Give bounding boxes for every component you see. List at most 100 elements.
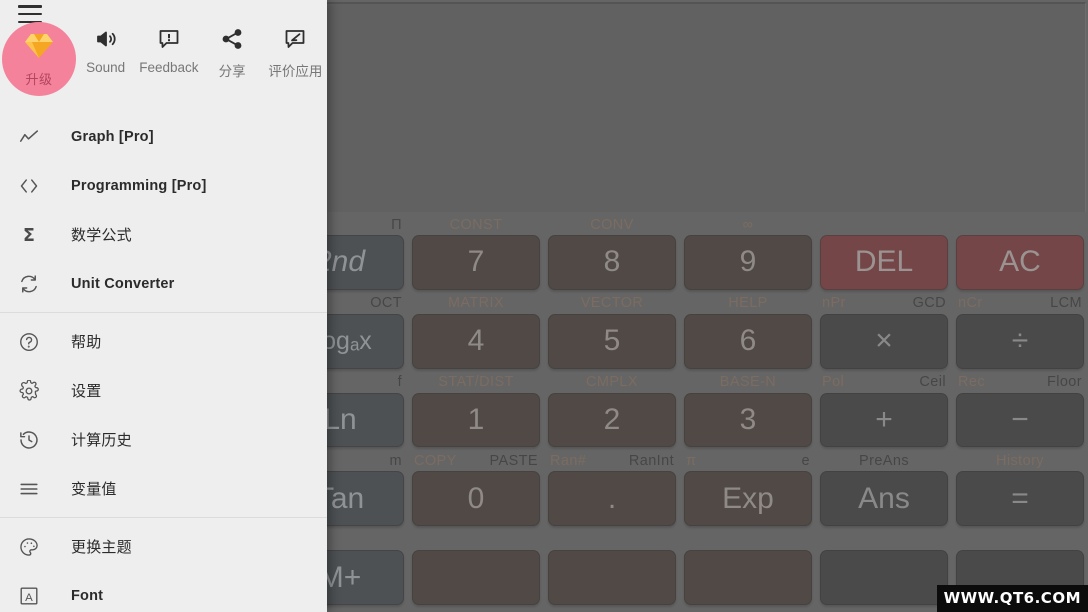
key-3[interactable]: 3	[684, 392, 812, 448]
header-action-share[interactable]: 分享	[201, 26, 264, 80]
drawer-menu-list: Graph [Pro] Programming [Pro] Σ 数学公式 Unit Co…	[0, 104, 327, 612]
drawer-item-palette[interactable]: 更换主题	[0, 522, 327, 571]
key-blank-1[interactable]	[412, 550, 540, 605]
key-5[interactable]: 5	[548, 313, 676, 369]
drawer-item-gear[interactable]: 设置	[0, 366, 327, 415]
key-secondary-labels: Rec Floor	[956, 372, 1084, 393]
key-9[interactable]: 9	[684, 235, 812, 290]
key-blank-2-cell	[548, 529, 676, 608]
upgrade-label: 升级	[25, 71, 53, 87]
key-label-2nd: nCr	[958, 295, 983, 312]
key-secondary-labels: ∞	[684, 214, 812, 235]
drawer-item-history-clock[interactable]: 计算历史	[0, 415, 327, 464]
key-blank-3[interactable]	[684, 550, 812, 605]
key-secondary-labels: HELP	[684, 293, 812, 314]
key-label-alpha: m	[389, 452, 402, 469]
key-8[interactable]: 8	[548, 235, 676, 290]
key-label-2nd: History	[996, 452, 1044, 469]
key-ac-cell: AC	[956, 214, 1084, 293]
key-del[interactable]: DEL	[820, 235, 948, 290]
drawer-item-label: Font	[71, 587, 104, 604]
key-secondary-labels	[684, 529, 812, 550]
key-label-2nd: VECTOR	[580, 295, 644, 312]
key-secondary-labels: STAT/DIST	[412, 372, 540, 393]
key-blank-4-cell	[820, 529, 948, 608]
key-1[interactable]: 1	[412, 392, 540, 448]
drawer-item-code-brackets[interactable]: Programming [Pro]	[0, 161, 327, 210]
rate-app-icon	[283, 26, 307, 52]
key-6-cell: HELP 6	[684, 293, 812, 372]
key-equals[interactable]: =	[956, 471, 1084, 527]
key-label-alpha: RanInt	[628, 452, 674, 469]
drawer-item-list-lines[interactable]: 变量值	[0, 464, 327, 513]
drawer-header-actions: Sound Feedback 分享 评价应用	[74, 26, 327, 80]
key-label-alpha: PreAns	[859, 452, 909, 469]
key-decimal[interactable]: .	[548, 471, 676, 527]
key-secondary-labels: PreAns	[820, 450, 948, 471]
drawer-item-help-circle[interactable]: 帮助	[0, 317, 327, 366]
header-action-label: 评价应用	[268, 64, 323, 79]
key-label-2nd: MATRIX	[447, 295, 505, 312]
key-blank-4[interactable]	[820, 550, 948, 605]
history-clock-icon	[17, 428, 41, 452]
header-action-speaker[interactable]: Sound	[74, 26, 137, 75]
key-secondary-labels: MATRIX	[412, 293, 540, 314]
key-label-2nd: Pol	[822, 374, 845, 391]
header-action-label: Feedback	[139, 60, 199, 75]
key-plus-cell: Pol Ceil +	[820, 372, 948, 451]
key-exp[interactable]: Exp	[684, 471, 812, 527]
svg-text:Σ: Σ	[23, 225, 35, 245]
upgrade-button[interactable]: 升级	[2, 22, 76, 96]
drawer-item-label: Unit Converter	[71, 275, 175, 292]
key-secondary-labels	[956, 529, 1084, 550]
list-lines-icon	[17, 477, 41, 501]
key-secondary-labels	[820, 529, 948, 550]
feedback-chat-icon	[157, 26, 181, 52]
drawer-top-spacer	[0, 104, 327, 112]
drawer-item-font-box[interactable]: A Font	[0, 571, 327, 612]
key-label-alpha: OCT	[370, 295, 402, 312]
key-4[interactable]: 4	[412, 313, 540, 369]
key-ac[interactable]: AC	[956, 235, 1084, 290]
key-0[interactable]: 0	[412, 471, 540, 527]
speaker-icon	[94, 26, 118, 52]
header-action-label: 分享	[218, 64, 246, 79]
drawer-item-line-chart[interactable]: Graph [Pro]	[0, 112, 327, 161]
key-exp-cell: π e Exp	[684, 450, 812, 529]
key-label-alpha: f	[397, 374, 402, 391]
share-icon	[220, 26, 244, 52]
key-blank-1-cell	[412, 529, 540, 608]
drawer-item-sigma[interactable]: Σ 数学公式	[0, 210, 327, 259]
hamburger-icon[interactable]	[18, 5, 42, 23]
line-chart-icon	[17, 125, 41, 149]
key-label-2nd: COPY	[414, 452, 457, 469]
key-blank-2[interactable]	[548, 550, 676, 605]
refresh-convert-icon	[17, 272, 41, 296]
key-8-cell: CONV 8	[548, 214, 676, 293]
key-2[interactable]: 2	[548, 392, 676, 448]
key-7[interactable]: 7	[412, 235, 540, 290]
key-secondary-labels: COPY PASTE	[412, 450, 540, 471]
key-ans[interactable]: Ans	[820, 471, 948, 527]
key-minus[interactable]: −	[956, 392, 1084, 448]
key-divide[interactable]: ÷	[956, 313, 1084, 369]
drawer-item-label: 更换主题	[71, 539, 132, 556]
key-plus[interactable]: +	[820, 392, 948, 448]
key-secondary-labels: Ran# RanInt	[548, 450, 676, 471]
watermark: WWW.QT6.COM	[936, 585, 1088, 612]
key-label-alpha: e	[801, 452, 810, 469]
header-action-rate-app[interactable]: 评价应用	[264, 26, 327, 80]
key-0-cell: COPY PASTE 0	[412, 450, 540, 529]
help-circle-icon	[17, 330, 41, 354]
header-action-feedback-chat[interactable]: Feedback	[137, 26, 200, 75]
key-multiply[interactable]: ×	[820, 313, 948, 369]
key-6[interactable]: 6	[684, 313, 812, 369]
key-label-2nd: nPr	[822, 295, 846, 312]
navigation-drawer: 升级 Sound Feedback 分享 评价应用 Graph [Pro] Progra…	[0, 0, 327, 612]
drawer-item-refresh-convert[interactable]: Unit Converter	[0, 259, 327, 308]
svg-text:A: A	[25, 591, 33, 603]
key-3-cell: BASE-N 3	[684, 372, 812, 451]
key-label-2nd: BASE-N	[719, 374, 777, 391]
key-2-cell: CMPLX 2	[548, 372, 676, 451]
sigma-icon: Σ	[17, 223, 41, 247]
